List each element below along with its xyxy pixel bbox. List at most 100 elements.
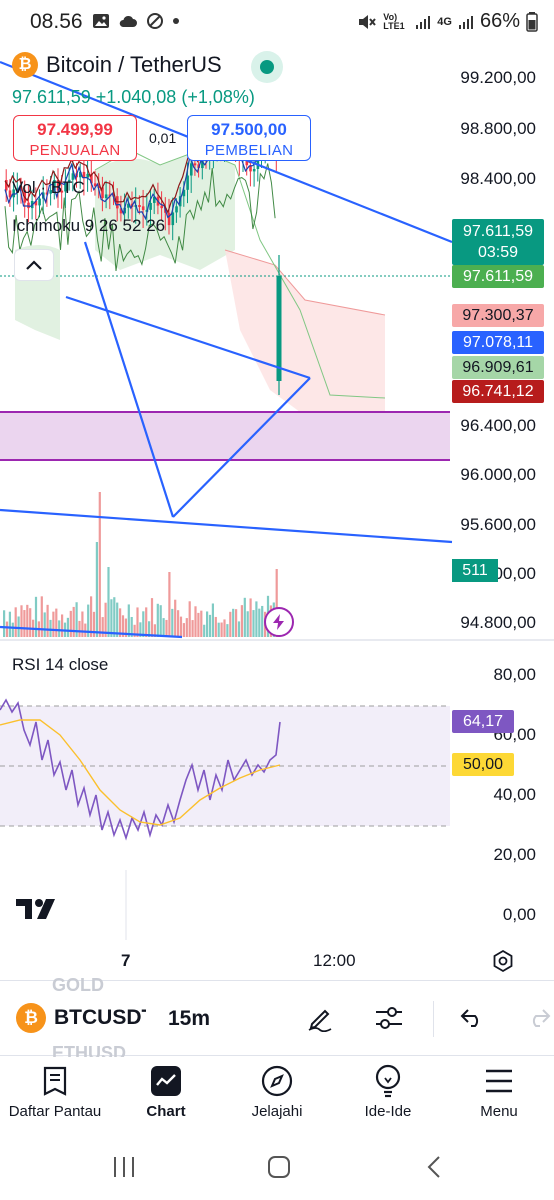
toolbar-divider bbox=[433, 1001, 434, 1037]
interval-selector-button[interactable]: 15m bbox=[168, 1007, 210, 1031]
candle-body bbox=[82, 171, 86, 178]
volume-bar bbox=[72, 606, 75, 637]
volume-bar bbox=[165, 619, 168, 637]
chart-toolbar: GOLD ETHUSD ₿ BTCUSDT 15m bbox=[0, 975, 554, 1063]
home-button[interactable] bbox=[259, 1152, 299, 1182]
volume-bar bbox=[208, 614, 212, 637]
nav-chart[interactable]: Chart bbox=[111, 1063, 221, 1120]
menu-icon bbox=[486, 1069, 512, 1093]
recent-apps-icon bbox=[114, 1157, 134, 1177]
price-axis-label: 94.800,00 bbox=[460, 613, 536, 632]
back-button[interactable] bbox=[414, 1152, 454, 1182]
system-navigation-bar bbox=[0, 1132, 554, 1200]
volume-bar bbox=[23, 610, 26, 637]
symbol-selector-button[interactable]: ₿ BTCUSDT bbox=[16, 1003, 146, 1033]
chart-settings-icon[interactable] bbox=[491, 949, 515, 973]
nav-explore[interactable]: Jelajahi bbox=[222, 1063, 332, 1120]
volume-bar bbox=[206, 611, 209, 637]
market-open-indicator[interactable] bbox=[251, 51, 283, 83]
rsi-axis-label: 0,00 bbox=[502, 905, 536, 924]
volume-bar bbox=[8, 611, 11, 637]
sell-button[interactable]: 97.499,99 PENJUALAN bbox=[13, 115, 137, 161]
volume-bar bbox=[159, 605, 162, 637]
live-dot-icon bbox=[260, 60, 274, 74]
rsi-indicator-label[interactable]: RSI 14 close bbox=[12, 655, 108, 675]
volume-bar bbox=[203, 624, 206, 637]
undo-button[interactable] bbox=[455, 1001, 489, 1035]
ichimoku-indicator-label[interactable]: Ichimoku 9 26 52 26 bbox=[12, 216, 165, 236]
nav-label: Menu bbox=[480, 1103, 518, 1120]
volume-bar bbox=[185, 618, 188, 637]
volume-bar bbox=[252, 610, 255, 637]
volume-bar bbox=[142, 611, 145, 637]
home-icon bbox=[268, 1156, 290, 1178]
trend-line-drop bbox=[83, 241, 175, 518]
volume-bar bbox=[214, 616, 217, 637]
volume-bar bbox=[226, 624, 229, 637]
chevron-up-icon bbox=[26, 260, 42, 270]
compass-icon bbox=[261, 1065, 293, 1097]
volume-bar bbox=[168, 572, 171, 637]
nav-watchlist[interactable]: Daftar Pantau bbox=[0, 1063, 110, 1120]
volume-bar bbox=[95, 542, 98, 637]
volume-bar bbox=[150, 598, 154, 637]
collapse-indicators-button[interactable] bbox=[14, 249, 54, 281]
volume-bar bbox=[237, 621, 241, 637]
price-tag-pink: 97.300,37 bbox=[452, 304, 544, 327]
volume-indicator-label[interactable]: Vol · BTC bbox=[12, 178, 85, 198]
volume-bar bbox=[232, 608, 235, 637]
price-tag-green: 97.611,59 bbox=[452, 265, 544, 288]
volume-bar bbox=[14, 607, 17, 637]
indicators-button[interactable] bbox=[372, 1001, 406, 1035]
last-price-tag: 97.611,59 03:59 bbox=[452, 219, 544, 265]
symbol-name: Bitcoin / TetherUS bbox=[46, 52, 222, 77]
candle-body bbox=[138, 205, 141, 208]
buy-label: PEMBELIAN bbox=[204, 142, 294, 159]
nav-menu[interactable]: Menu bbox=[444, 1063, 554, 1120]
bitcoin-logo-icon: ₿ bbox=[12, 52, 38, 78]
volume-bar bbox=[107, 567, 110, 637]
time-axis-label: 7 bbox=[121, 951, 131, 970]
volume-bar bbox=[26, 604, 29, 637]
trend-line-lower bbox=[0, 508, 453, 544]
undo-icon bbox=[460, 1009, 479, 1027]
volume-bar bbox=[211, 603, 214, 637]
pen-icon bbox=[308, 1009, 332, 1032]
volume-bar bbox=[261, 605, 264, 637]
volume-bar bbox=[49, 619, 52, 637]
price-axis-label: 96.000,00 bbox=[460, 465, 536, 484]
volume-bar bbox=[258, 608, 261, 637]
redo-button[interactable] bbox=[524, 1001, 554, 1035]
price-axis-label: 96.400,00 bbox=[460, 416, 536, 435]
spread-value: 0,01 bbox=[149, 130, 177, 146]
volume-bar bbox=[249, 598, 252, 637]
recent-apps-button[interactable] bbox=[104, 1152, 144, 1182]
candle-body bbox=[252, 168, 256, 172]
lightning-icon bbox=[273, 614, 284, 630]
symbol-ticker: BTCUSDT bbox=[54, 1006, 146, 1029]
rsi-axis-label: 20,00 bbox=[493, 845, 536, 864]
tradingview-logo-icon bbox=[16, 899, 55, 919]
last-price: 97.611,59 bbox=[463, 223, 533, 240]
drawing-tool-button[interactable] bbox=[303, 1001, 337, 1035]
volume-bar bbox=[34, 596, 38, 637]
volume-bar bbox=[61, 614, 64, 637]
nav-ideas[interactable]: Ide-Ide bbox=[333, 1063, 443, 1120]
volume-bar bbox=[255, 601, 258, 637]
flash-button[interactable] bbox=[264, 607, 294, 637]
symbol-title[interactable]: ₿ Bitcoin / TetherUS bbox=[12, 52, 222, 78]
buy-button[interactable]: 97.500,00 PEMBELIAN bbox=[187, 115, 311, 161]
volume-bar bbox=[98, 492, 101, 637]
lightbulb-icon bbox=[375, 1064, 401, 1098]
volume-bar bbox=[220, 622, 223, 637]
price-axis-label: 98.800,00 bbox=[460, 119, 536, 138]
volume-bar bbox=[200, 610, 203, 637]
price-change: 97.611,59 +1.040,08 (+1,08%) bbox=[12, 87, 255, 107]
volume-bar bbox=[136, 607, 139, 637]
volume-bar bbox=[174, 599, 177, 637]
tradingview-logo[interactable] bbox=[16, 897, 62, 928]
volume-bar bbox=[246, 611, 249, 637]
support-zone bbox=[0, 412, 450, 460]
volume-bar bbox=[235, 609, 238, 637]
volume-bar bbox=[217, 622, 220, 637]
